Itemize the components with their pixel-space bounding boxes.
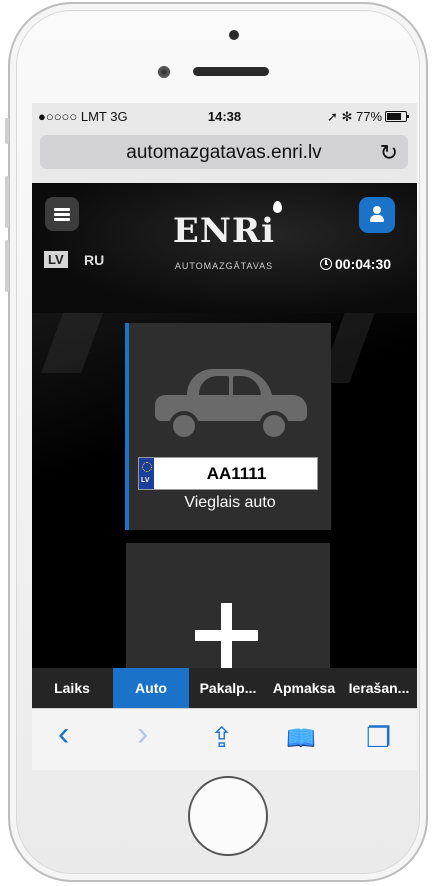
vehicle-type: Vieglais auto xyxy=(184,494,276,511)
user-button[interactable] xyxy=(359,197,395,233)
eu-flag-icon: LV xyxy=(139,458,154,489)
share-icon[interactable]: ⇪ xyxy=(210,721,233,754)
user-icon xyxy=(373,206,381,214)
tab-laiks[interactable]: Laiks xyxy=(41,668,103,708)
url-text: automazgatavas.enri.lv xyxy=(126,142,322,163)
screen: ●○○○○ LMT 3G 14:38 ➚ ✻ 77% automazgatava… xyxy=(32,103,417,770)
camera-icon xyxy=(229,30,239,40)
step-tabs: Laiks Auto Pakalp... Apmaksa Ierašan... xyxy=(32,668,417,708)
browser-toolbar: ‹ › ⇪ 📖 ❐ xyxy=(32,708,417,770)
tabs-icon[interactable]: ❐ xyxy=(366,721,391,754)
site-header: ENRi AUTOMAZGĀTAVAS LV RU 00:04:30 xyxy=(32,183,417,313)
reload-icon[interactable]: ↻ xyxy=(380,140,398,166)
session-timer: 00:04:30 xyxy=(320,256,391,272)
status-bar: ●○○○○ LMT 3G 14:38 ➚ ✻ 77% xyxy=(32,103,417,129)
tab-apmaksa[interactable]: Apmaksa xyxy=(267,668,341,708)
bookmarks-icon[interactable]: 📖 xyxy=(286,724,316,753)
menu-button[interactable] xyxy=(45,197,79,231)
mute-switch xyxy=(5,118,9,144)
earpiece-speaker xyxy=(193,67,269,76)
lang-lv[interactable]: LV xyxy=(44,251,68,268)
back-icon[interactable]: ‹ xyxy=(58,715,69,754)
forward-icon[interactable]: › xyxy=(137,715,148,754)
hamburger-icon xyxy=(54,208,70,211)
tab-pakalpojumi[interactable]: Pakalp... xyxy=(189,668,267,708)
tab-ierasanas[interactable]: Ierašan... xyxy=(341,668,417,708)
tab-auto[interactable]: Auto xyxy=(113,668,189,708)
plate-number: AA1111 xyxy=(206,464,267,483)
lang-ru[interactable]: RU xyxy=(84,252,104,268)
volume-down-button xyxy=(5,240,9,292)
vehicle-card[interactable]: LV AA1111 Vieglais auto xyxy=(125,323,331,530)
droplet-icon xyxy=(273,201,282,213)
home-button[interactable] xyxy=(188,776,268,856)
add-vehicle-button[interactable] xyxy=(126,543,330,668)
volume-up-button xyxy=(5,176,9,228)
browser-address-bar: automazgatavas.enri.lv ↻ xyxy=(32,129,417,184)
license-plate: LV AA1111 xyxy=(138,457,318,490)
clock-icon xyxy=(320,258,332,270)
enri-logo: ENRi AUTOMAZGĀTAVAS xyxy=(154,201,294,271)
battery-status: ➚ ✻ 77% xyxy=(327,109,409,125)
url-field[interactable]: automazgatavas.enri.lv ↻ xyxy=(40,135,408,169)
front-camera-icon xyxy=(158,66,170,78)
battery-icon xyxy=(385,111,409,122)
main-content: LV AA1111 Vieglais auto xyxy=(32,313,417,668)
